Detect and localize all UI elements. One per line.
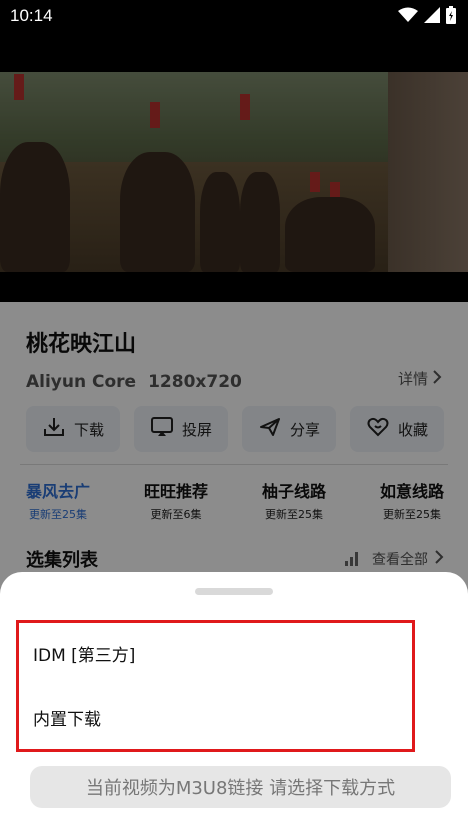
sheet-drag-handle[interactable] <box>195 588 273 595</box>
download-options-highlight: IDM [第三方] 内置下载 <box>16 620 415 752</box>
status-icons <box>398 6 456 28</box>
option-builtin-download[interactable]: 内置下载 <box>33 705 101 730</box>
option-idm[interactable]: IDM [第三方] <box>33 641 135 666</box>
battery-icon <box>446 6 456 28</box>
signal-icon <box>424 7 440 27</box>
status-bar: 10:14 <box>0 0 468 72</box>
status-time: 10:14 <box>10 6 53 25</box>
m3u8-notice: 当前视频为M3U8链接 请选择下载方式 <box>30 766 451 808</box>
download-bottom-sheet: IDM [第三方] 内置下载 当前视频为M3U8链接 请选择下载方式 <box>0 572 468 833</box>
wifi-icon <box>398 7 418 27</box>
